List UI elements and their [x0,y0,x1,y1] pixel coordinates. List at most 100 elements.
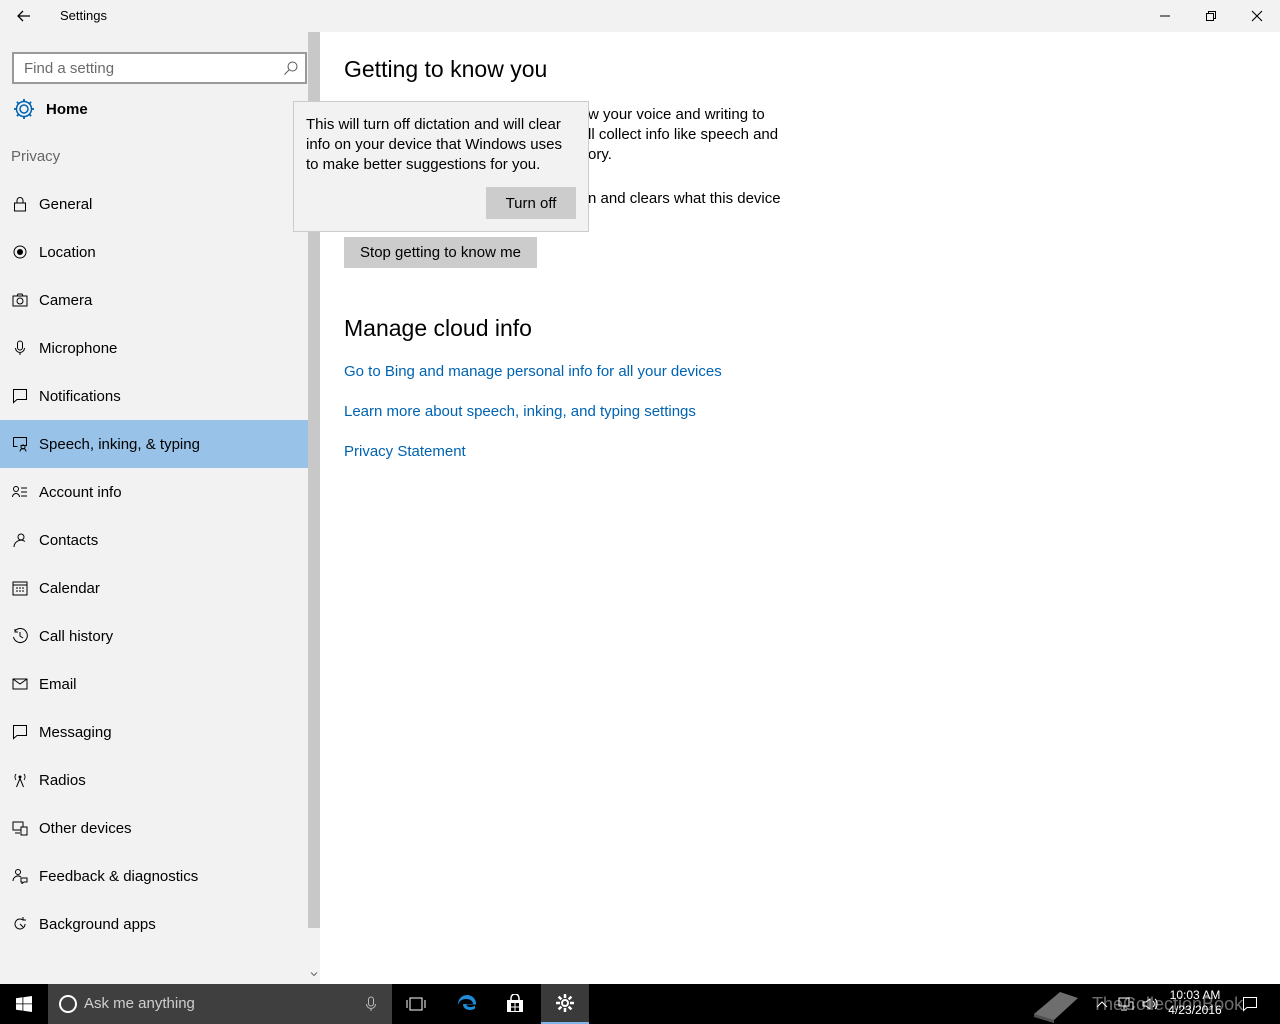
sidebar-item-label: Calendar [39,579,100,597]
taskbar: Ask me anything TheCollectionBook 10:03 … [0,984,1280,1024]
network-icon [1118,997,1134,1011]
description-text: w your voice and writing to ll collect i… [588,106,779,163]
privacy-nav: General Location Camera Microphone Notif… [0,180,308,948]
home-label: Home [46,100,88,118]
sidebar: Find a setting Home Privacy General Loca… [0,32,320,984]
location-icon [12,244,28,260]
microphone-icon[interactable] [366,996,376,1012]
sidebar-item-speech-inking-typing[interactable]: Speech, inking, & typing [0,420,308,468]
chevron-up-icon [1096,1001,1108,1008]
call-history-icon [12,628,28,644]
account-info-icon [12,484,28,500]
clock-date: 4/23/2016 [1168,1003,1222,1017]
back-button[interactable] [8,0,40,32]
sidebar-item-location[interactable]: Location [0,228,308,276]
other-devices-icon [12,820,28,836]
action-center-button[interactable] [1240,984,1260,1024]
page-title: Getting to know you [344,56,548,82]
bing-manage-link[interactable]: Go to Bing and manage personal info for … [344,363,722,380]
search-input[interactable]: Find a setting [12,52,307,84]
messaging-icon [12,724,28,740]
sidebar-item-label: Speech, inking, & typing [39,435,200,453]
sidebar-item-label: General [39,195,93,213]
section-heading: Manage cloud info [344,315,532,341]
contacts-icon [12,532,28,548]
sidebar-item-calendar[interactable]: Calendar [0,564,308,612]
clock-time: 10:03 AM [1169,988,1221,1002]
radios-icon [12,772,28,788]
sidebar-item-background-apps[interactable]: Background apps [0,900,308,948]
action-center-icon [1243,997,1257,1012]
sidebar-item-label: Feedback & diagnostics [39,867,199,885]
sidebar-item-label: Camera [39,291,93,309]
sidebar-item-label: Messaging [39,723,112,741]
sidebar-item-label: Other devices [39,819,132,837]
window-title: Settings [60,8,107,23]
sidebar-item-microphone[interactable]: Microphone [0,324,308,372]
learn-more-link[interactable]: Learn more about speech, inking, and typ… [344,403,696,420]
sidebar-item-radios[interactable]: Radios [0,756,308,804]
cortana-icon [59,995,77,1013]
sidebar-item-label: Notifications [39,387,121,405]
sidebar-item-feedback-diagnostics[interactable]: Feedback & diagnostics [0,852,308,900]
settings-taskbar-button[interactable] [541,984,589,1024]
show-hidden-icons-button[interactable] [1092,984,1112,1024]
sidebar-item-camera[interactable]: Camera [0,276,308,324]
calendar-icon [12,580,28,596]
minimize-icon [1160,15,1170,17]
minimize-button[interactable] [1142,0,1188,32]
sidebar-item-email[interactable]: Email [0,660,308,708]
task-view-button[interactable] [392,984,440,1024]
chevron-down-icon[interactable] [310,970,318,978]
edge-taskbar-button[interactable] [443,984,491,1024]
clock[interactable]: 10:03 AM 4/23/2016 [1160,988,1230,1018]
cortana-search-box[interactable]: Ask me anything [48,984,392,1024]
microphone-icon [12,340,28,356]
sidebar-item-label: Location [39,243,96,261]
sidebar-item-label: Account info [39,483,122,501]
speech-inking-icon [12,436,28,452]
turn-off-button[interactable]: Turn off [486,187,576,219]
task-view-icon [406,997,426,1011]
sidebar-item-label: Contacts [39,531,99,549]
edge-icon [457,994,476,1010]
sidebar-item-messaging[interactable]: Messaging [0,708,308,756]
start-button[interactable] [0,984,48,1024]
background-apps-icon [12,916,28,932]
email-icon [12,676,28,692]
close-icon [1251,10,1263,22]
home-nav-item[interactable]: Home [12,96,88,122]
sidebar-item-contacts[interactable]: Contacts [0,516,308,564]
sidebar-item-label: Background apps [39,915,156,933]
restore-icon [1206,11,1216,21]
close-button[interactable] [1234,0,1280,32]
volume-icon [1142,998,1158,1010]
book-logo-icon [1034,992,1078,1023]
windows-logo-icon [16,996,32,1012]
sidebar-item-label: Call history [39,627,114,645]
sidebar-item-label: Radios [39,771,86,789]
title-bar: Settings [0,0,1280,32]
sidebar-item-general[interactable]: General [0,180,308,228]
sidebar-item-other-devices[interactable]: Other devices [0,804,308,852]
store-taskbar-button[interactable] [491,984,539,1024]
cortana-placeholder: Ask me anything [84,995,195,1012]
network-tray-button[interactable] [1116,984,1136,1024]
camera-icon [12,292,28,308]
gear-icon [14,99,34,119]
stop-getting-to-know-me-button[interactable]: Stop getting to know me [344,237,537,268]
gear-icon [556,994,574,1012]
sidebar-item-label: Microphone [39,339,118,357]
restore-button[interactable] [1188,0,1234,32]
lock-icon [12,196,28,212]
volume-tray-button[interactable] [1140,984,1160,1024]
sidebar-item-call-history[interactable]: Call history [0,612,308,660]
search-placeholder: Find a setting [24,60,115,77]
feedback-icon [12,868,28,884]
sidebar-item-account-info[interactable]: Account info [0,468,308,516]
sidebar-item-notifications[interactable]: Notifications [0,372,308,420]
privacy-statement-link[interactable]: Privacy Statement [344,443,466,460]
search-icon[interactable] [283,60,299,76]
sidebar-item-label: Email [39,675,77,693]
section-label: Privacy [11,148,61,165]
